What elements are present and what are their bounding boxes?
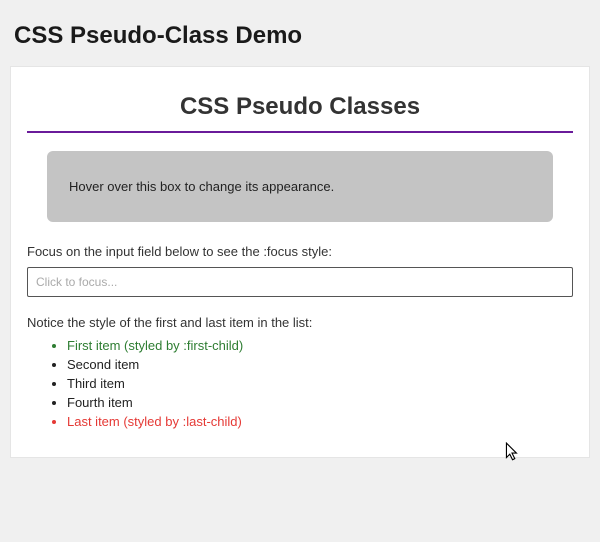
list-prompt-text: Notice the style of the first and last i… xyxy=(27,315,573,330)
focus-prompt-text: Focus on the input field below to see th… xyxy=(27,244,573,259)
page-title: CSS Pseudo-Class Demo xyxy=(14,22,586,50)
list-item: Last item (styled by :last-child) xyxy=(67,414,573,429)
card-title: CSS Pseudo Classes xyxy=(27,93,573,121)
hover-demo-box[interactable]: Hover over this box to change its appear… xyxy=(47,151,553,222)
list-item: Third item xyxy=(67,376,573,391)
accent-divider xyxy=(27,131,573,133)
focus-demo-input[interactable] xyxy=(27,267,573,297)
demo-list: First item (styled by :first-child) Seco… xyxy=(27,338,573,429)
input-wrapper xyxy=(27,267,573,297)
list-item: First item (styled by :first-child) xyxy=(67,338,573,353)
list-item: Second item xyxy=(67,357,573,372)
list-item: Fourth item xyxy=(67,395,573,410)
demo-card: CSS Pseudo Classes Hover over this box t… xyxy=(10,66,590,458)
